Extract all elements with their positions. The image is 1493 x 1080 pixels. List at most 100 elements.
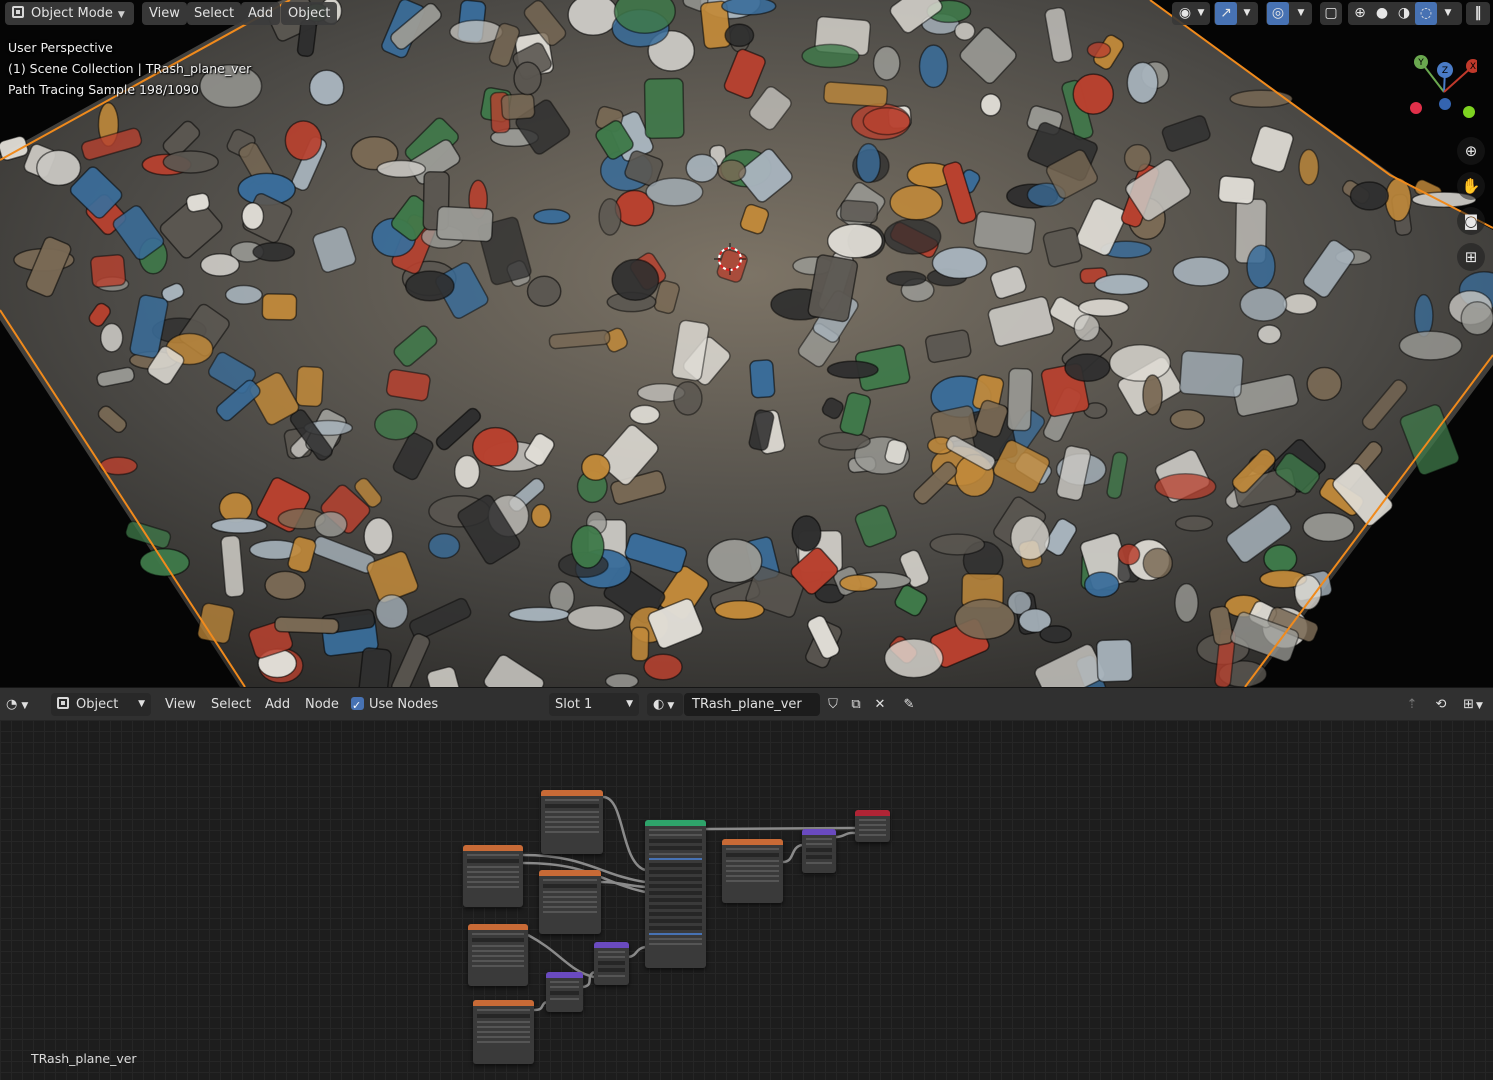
trash-item bbox=[90, 254, 127, 288]
menu-view[interactable]: View bbox=[142, 2, 187, 25]
trash-item bbox=[261, 293, 298, 321]
overlay-toggle[interactable]: ◎ ▼ bbox=[1266, 2, 1312, 25]
trash-item bbox=[1095, 638, 1134, 683]
menu-select[interactable]: Select bbox=[187, 2, 242, 25]
wireframe-shading-icon[interactable]: ⊕ bbox=[1349, 2, 1371, 25]
trash-item bbox=[1172, 256, 1230, 287]
shader-node-editor[interactable]: ◔▼ Object▼ View Select Add Node Use Node… bbox=[0, 687, 1493, 1080]
xray-toggle[interactable]: ▢ bbox=[1320, 2, 1342, 25]
image-texture-node[interactable] bbox=[473, 1000, 534, 1064]
gizmo-y-label: Y bbox=[1417, 58, 1424, 68]
trash-item bbox=[526, 275, 562, 307]
trash-item bbox=[1282, 293, 1318, 315]
trash-item bbox=[308, 69, 345, 106]
material-shading-icon[interactable]: ◑ bbox=[1393, 2, 1415, 25]
pause-icon: ‖ bbox=[1474, 5, 1482, 21]
trash-item bbox=[453, 454, 481, 489]
trash-item bbox=[643, 77, 685, 140]
trash-item bbox=[533, 208, 571, 225]
trash-item bbox=[264, 570, 306, 601]
trash-item bbox=[363, 517, 394, 556]
mode-label: Object Mode bbox=[31, 6, 113, 21]
solid-shading-icon[interactable]: ● bbox=[1371, 2, 1393, 25]
trash-item bbox=[673, 381, 703, 416]
gizmo-neg-y[interactable] bbox=[1463, 106, 1475, 118]
trash-item bbox=[99, 322, 124, 353]
trash-item bbox=[645, 177, 704, 207]
gizmo-toggle[interactable]: ↗ ▼ bbox=[1214, 2, 1258, 25]
trash-item bbox=[513, 61, 542, 96]
xray-icon: ▢ bbox=[1324, 5, 1338, 21]
trash-item bbox=[826, 223, 883, 259]
trash-item bbox=[530, 503, 552, 529]
chevron-down-icon: ▼ bbox=[1197, 8, 1205, 18]
trash-item bbox=[1349, 181, 1390, 211]
trash-item bbox=[185, 192, 211, 213]
viewport-header: Object Mode ▼ View Select Add Object ◉ ▼ … bbox=[0, 0, 1493, 28]
trash-item bbox=[210, 517, 268, 534]
mix-node[interactable] bbox=[594, 942, 629, 985]
visibility-toggle[interactable]: ◉ ▼ bbox=[1172, 2, 1210, 25]
image-texture-node[interactable] bbox=[468, 924, 528, 986]
trash-item bbox=[1302, 512, 1355, 543]
principled-bsdf-node[interactable] bbox=[645, 820, 706, 968]
mode-dropdown[interactable]: Object Mode ▼ bbox=[5, 2, 134, 25]
navigation-gizmo[interactable]: Y Z X bbox=[1407, 52, 1477, 122]
trash-item bbox=[224, 284, 263, 305]
gizmo-neg-z[interactable] bbox=[1439, 98, 1451, 110]
trash-item bbox=[1179, 350, 1244, 398]
trash-item bbox=[1229, 89, 1294, 109]
trash-item bbox=[706, 538, 763, 584]
menu-object[interactable]: Object bbox=[281, 2, 338, 25]
trash-item bbox=[818, 431, 871, 451]
trash-item bbox=[855, 142, 881, 184]
gizmo-neg-x[interactable] bbox=[1410, 102, 1422, 114]
chevron-down-icon[interactable]: ▼ bbox=[1440, 2, 1456, 25]
trash-item bbox=[1413, 293, 1434, 338]
trash-item bbox=[1142, 547, 1173, 579]
rendered-shading-icon[interactable]: ◌ bbox=[1415, 2, 1437, 25]
trash-item bbox=[685, 153, 719, 183]
image-texture-node[interactable] bbox=[541, 790, 603, 854]
trash-item bbox=[1174, 515, 1214, 532]
image-texture-node[interactable] bbox=[463, 845, 523, 907]
bump-node[interactable] bbox=[546, 972, 583, 1012]
camera-view-icon[interactable]: ◙ bbox=[1457, 207, 1485, 235]
trash-item bbox=[1263, 544, 1298, 574]
trash-item bbox=[1073, 313, 1101, 342]
trash-item bbox=[1246, 244, 1276, 289]
trash-item bbox=[1398, 330, 1463, 361]
trash-item bbox=[314, 510, 348, 538]
menu-add[interactable]: Add bbox=[241, 2, 281, 25]
overlays-icon: ◎ bbox=[1267, 2, 1289, 25]
trash-item bbox=[581, 453, 611, 482]
trash-item bbox=[931, 246, 988, 280]
trash-item bbox=[566, 605, 626, 631]
pan-hand-icon[interactable]: ✋ bbox=[1457, 172, 1485, 200]
trash-item bbox=[749, 359, 776, 399]
trash-item bbox=[1460, 301, 1493, 336]
trash-item bbox=[404, 270, 455, 302]
trash-item bbox=[374, 408, 418, 441]
trash-item bbox=[508, 606, 571, 623]
trash-item bbox=[1306, 366, 1343, 401]
trash-item bbox=[979, 93, 1002, 117]
trash-item bbox=[1142, 374, 1163, 416]
trash-item bbox=[428, 533, 461, 559]
sidebar-toggle[interactable]: ‖ bbox=[1466, 2, 1490, 25]
material-output-node[interactable] bbox=[855, 810, 890, 842]
trash-item bbox=[1294, 574, 1322, 611]
trash-item bbox=[872, 45, 901, 81]
gizmo-icon: ↗ bbox=[1215, 2, 1237, 25]
image-texture-node[interactable] bbox=[722, 839, 783, 903]
rendered-trash-scene bbox=[0, 0, 1493, 687]
trash-item bbox=[199, 252, 241, 277]
trash-item bbox=[889, 184, 944, 221]
render-sample-label: Path Tracing Sample 198/1090 bbox=[8, 82, 199, 97]
normal-map-node[interactable] bbox=[802, 829, 836, 873]
image-texture-node[interactable] bbox=[539, 870, 601, 934]
zoom-icon[interactable]: ⊕ bbox=[1457, 137, 1485, 165]
grid-perspective-icon[interactable]: ⊞ bbox=[1457, 243, 1485, 271]
3d-viewport[interactable]: Object Mode ▼ View Select Add Object ◉ ▼ … bbox=[0, 0, 1493, 687]
shading-modes[interactable]: ⊕ ● ◑ ◌ ▼ bbox=[1348, 2, 1462, 25]
